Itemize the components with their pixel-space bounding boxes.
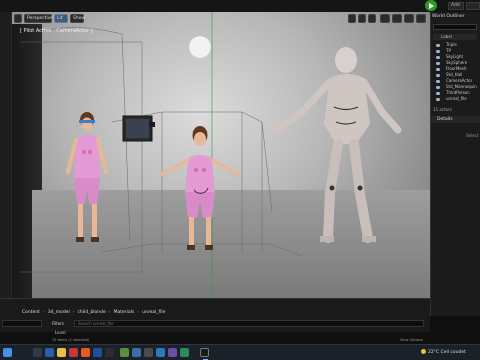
visibility-eye-icon[interactable] bbox=[436, 97, 440, 101]
show-button[interactable]: Show bbox=[70, 14, 85, 23]
maximize-viewport-button[interactable] bbox=[416, 14, 426, 23]
app-icon[interactable] bbox=[180, 348, 189, 357]
breadcrumb-separator-icon: › bbox=[137, 310, 140, 315]
play-button[interactable] bbox=[425, 0, 437, 11]
app-icon[interactable] bbox=[168, 348, 177, 357]
toolbar-add-button[interactable]: Add bbox=[448, 2, 464, 10]
viewport-toolbar: Perspective Lit Show bbox=[12, 14, 430, 24]
transform-tool-button[interactable] bbox=[348, 14, 356, 23]
content-folder-item[interactable]: Level bbox=[55, 330, 66, 335]
terminal-icon[interactable] bbox=[105, 348, 114, 357]
visibility-eye-icon[interactable] bbox=[436, 67, 440, 71]
visibility-eye-icon[interactable] bbox=[436, 73, 440, 77]
pilot-active-label: [ Pilot Active - CameraActor ] bbox=[20, 28, 93, 34]
skylight-sphere bbox=[188, 35, 212, 59]
level-viewport[interactable]: [ Pilot Active - CameraActor ] bbox=[12, 12, 430, 298]
breadcrumb-separator-icon: › bbox=[42, 310, 45, 315]
visibility-eye-icon[interactable] bbox=[436, 49, 440, 53]
folder-icon[interactable] bbox=[57, 348, 66, 357]
grid-snap-button[interactable] bbox=[380, 14, 390, 23]
lit-button[interactable]: Lit bbox=[54, 14, 68, 23]
breadcrumb-item[interactable]: Materials bbox=[114, 310, 135, 315]
main-toolbar bbox=[0, 0, 480, 12]
breadcrumb-separator-icon: › bbox=[72, 310, 75, 315]
view-options-button[interactable]: View Options bbox=[400, 338, 423, 342]
details-tab[interactable]: Details bbox=[431, 116, 480, 123]
rotation-snap-button[interactable] bbox=[392, 14, 402, 23]
edge-icon[interactable] bbox=[45, 348, 54, 357]
camera-speed-button[interactable] bbox=[404, 14, 414, 23]
app-icon[interactable] bbox=[120, 348, 129, 357]
mannequin-character bbox=[270, 47, 402, 243]
word-icon[interactable] bbox=[93, 348, 102, 357]
outliner-column-header[interactable]: Label bbox=[433, 34, 477, 40]
toolbar-overflow-button[interactable] bbox=[466, 2, 480, 10]
filters-dropdown[interactable]: Filters bbox=[52, 320, 64, 327]
perspective-button[interactable]: Perspective bbox=[24, 14, 53, 23]
browser-icon[interactable] bbox=[81, 348, 90, 357]
unreal-engine-icon[interactable] bbox=[200, 348, 209, 360]
details-placeholder-text: Select bbox=[466, 133, 479, 138]
child-character-center bbox=[160, 126, 240, 250]
camera-frustum-lines bbox=[20, 27, 303, 273]
viewport-menu-button[interactable] bbox=[14, 14, 22, 23]
visibility-eye-icon[interactable] bbox=[436, 91, 440, 95]
outliner-row[interactable]: unreal_file bbox=[436, 96, 478, 102]
breadcrumb-item[interactable]: Content bbox=[22, 310, 40, 315]
sun-icon bbox=[421, 349, 426, 354]
visibility-eye-icon[interactable] bbox=[436, 43, 440, 47]
app-icon[interactable] bbox=[69, 348, 78, 357]
breadcrumb-separator-icon: › bbox=[108, 310, 111, 315]
visibility-eye-icon[interactable] bbox=[436, 61, 440, 65]
app-icon[interactable] bbox=[156, 348, 165, 357]
play-icon bbox=[429, 2, 434, 9]
breadcrumb-item[interactable]: unreal_file bbox=[142, 310, 165, 315]
breadcrumb-item[interactable]: 3d_model bbox=[48, 310, 70, 315]
visibility-eye-icon[interactable] bbox=[436, 55, 440, 59]
visibility-eye-icon[interactable] bbox=[436, 85, 440, 89]
child-character-left bbox=[66, 112, 108, 242]
content-item-count: 15 items (1 selected) bbox=[52, 338, 90, 342]
viewport-scene bbox=[20, 12, 402, 298]
outliner-search-input[interactable] bbox=[433, 24, 477, 30]
breadcrumb-item[interactable]: child_blonde bbox=[78, 310, 106, 315]
content-folder-search-input[interactable] bbox=[2, 320, 42, 327]
app-icon[interactable] bbox=[132, 348, 141, 357]
search-icon[interactable] bbox=[33, 348, 42, 357]
left-strip bbox=[0, 12, 12, 300]
visibility-eye-icon[interactable] bbox=[436, 79, 440, 83]
camera-actor-icon bbox=[122, 115, 155, 142]
outliner-actor-count: 15 actors bbox=[433, 107, 452, 112]
scale-tool-button[interactable] bbox=[368, 14, 376, 23]
weather-widget[interactable]: 22°C Cell coudet bbox=[421, 349, 466, 355]
content-search-input[interactable]: Search unreal_file bbox=[74, 320, 424, 327]
outliner-title: World Outliner bbox=[432, 14, 465, 19]
content-breadcrumb: Content › 3d_model › child_blonde › Materials ›… bbox=[22, 310, 165, 315]
app-icon[interactable] bbox=[144, 348, 153, 357]
rotate-tool-button[interactable] bbox=[358, 14, 366, 23]
start-icon[interactable] bbox=[3, 348, 12, 357]
